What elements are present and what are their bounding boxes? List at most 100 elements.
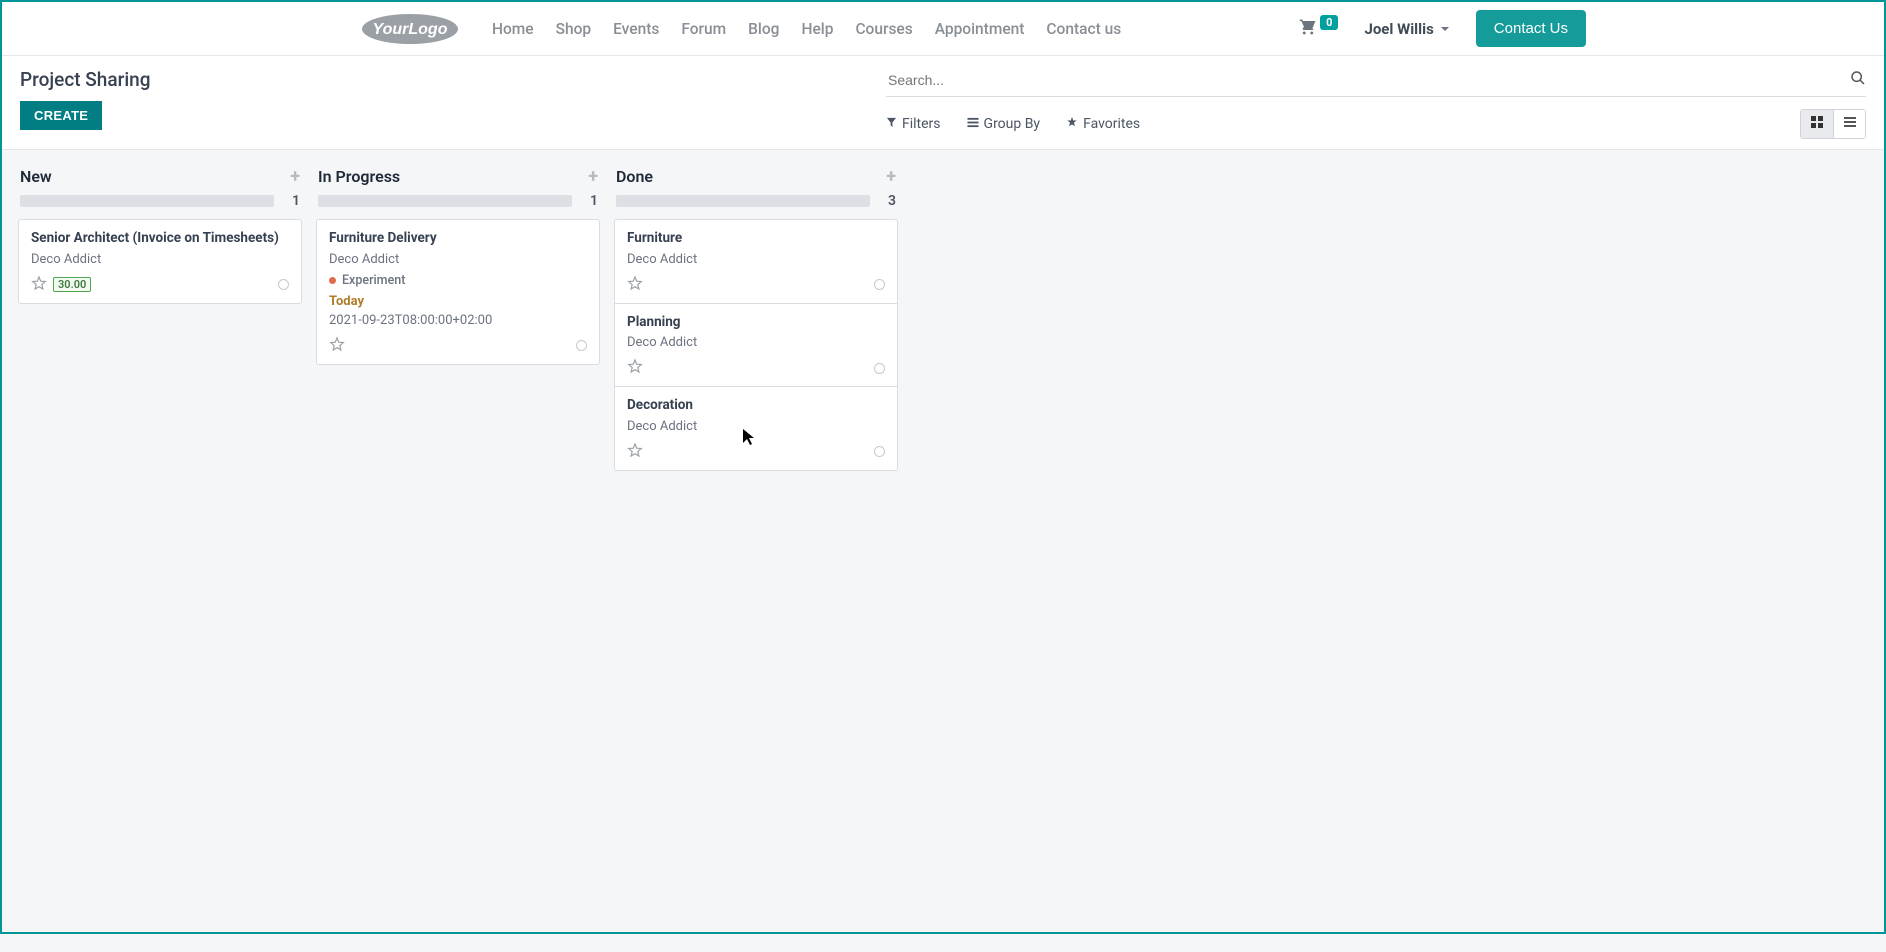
status-indicator[interactable] xyxy=(874,446,885,457)
status-indicator[interactable] xyxy=(874,279,885,290)
column-header: In Progress + xyxy=(316,164,600,193)
nav-left: YourLogo Home Shop Events Forum Blog Hel… xyxy=(360,11,1121,47)
star-icon xyxy=(1066,116,1078,132)
card-left-icons xyxy=(627,275,643,295)
column-header: New + xyxy=(18,164,302,193)
column-cards: Furniture Deco Addict Planning Deco Addi… xyxy=(614,219,898,471)
create-button[interactable]: CREATE xyxy=(20,101,102,130)
site-logo[interactable]: YourLogo xyxy=(360,11,460,47)
kanban-column-new: New + 1 Senior Architect (Invoice on Tim… xyxy=(18,164,302,304)
column-progress: 1 xyxy=(18,193,302,219)
cart-badge: 0 xyxy=(1320,15,1338,30)
kanban-view-button[interactable] xyxy=(1801,110,1833,138)
nav-home[interactable]: Home xyxy=(492,20,534,38)
card-subtitle: Deco Addict xyxy=(31,252,289,267)
card-subtitle: Deco Addict xyxy=(627,252,885,267)
user-menu[interactable]: Joel Willis xyxy=(1364,20,1449,38)
search-input[interactable] xyxy=(886,68,1850,92)
card-title: Senior Architect (Invoice on Timesheets) xyxy=(31,230,289,248)
tag-dot-icon xyxy=(329,277,336,284)
card-subtitle: Deco Addict xyxy=(329,252,587,267)
card-footer: 30.00 xyxy=(31,275,289,295)
star-toggle[interactable] xyxy=(627,358,643,378)
card-left-icons xyxy=(329,336,345,356)
column-add-button[interactable]: + xyxy=(588,166,598,187)
kanban-card[interactable]: Senior Architect (Invoice on Timesheets)… xyxy=(18,219,302,304)
status-indicator[interactable] xyxy=(576,340,587,351)
column-add-button[interactable]: + xyxy=(886,166,896,187)
column-count: 3 xyxy=(880,193,896,209)
status-indicator[interactable] xyxy=(874,363,885,374)
card-title: Decoration xyxy=(627,397,885,415)
nav-help[interactable]: Help xyxy=(801,20,833,38)
card-left-icons: 30.00 xyxy=(31,275,91,295)
progress-bar xyxy=(20,195,274,207)
nav-shop[interactable]: Shop xyxy=(556,20,592,38)
kanban-icon xyxy=(1810,115,1824,133)
search-row xyxy=(886,68,1866,97)
card-title: Planning xyxy=(627,314,885,332)
control-bar-right: Filters Group By Favorites xyxy=(886,68,1866,139)
card-footer xyxy=(627,442,885,462)
kanban-board: New + 1 Senior Architect (Invoice on Tim… xyxy=(2,150,1884,952)
column-count: 1 xyxy=(284,193,300,209)
groupby-button[interactable]: Group By xyxy=(967,116,1041,132)
card-subtitle: Deco Addict xyxy=(627,335,885,350)
star-toggle[interactable] xyxy=(627,275,643,295)
card-title: Furniture xyxy=(627,230,885,248)
top-navbar: YourLogo Home Shop Events Forum Blog Hel… xyxy=(2,2,1884,56)
card-left-icons xyxy=(627,358,643,378)
card-date: 2021-09-23T08:00:00+02:00 xyxy=(329,313,587,328)
caret-down-icon xyxy=(1440,20,1450,38)
nav-right: 0 Joel Willis Contact Us xyxy=(1298,10,1586,47)
column-title: Done xyxy=(616,167,653,186)
column-title: New xyxy=(20,167,52,186)
kanban-card[interactable]: Decoration Deco Addict xyxy=(614,387,898,471)
column-add-button[interactable]: + xyxy=(290,166,300,187)
filters-label: Filters xyxy=(902,116,941,132)
nav-forum[interactable]: Forum xyxy=(681,20,726,38)
card-today-label: Today xyxy=(329,294,587,309)
nav-courses[interactable]: Courses xyxy=(855,20,912,38)
tag-label: Experiment xyxy=(342,273,405,288)
list-icon xyxy=(967,116,979,132)
contact-us-button[interactable]: Contact Us xyxy=(1476,10,1586,47)
filter-row: Filters Group By Favorites xyxy=(886,109,1866,139)
star-toggle[interactable] xyxy=(31,275,47,295)
card-footer xyxy=(627,275,885,295)
column-cards: Senior Architect (Invoice on Timesheets)… xyxy=(18,219,302,304)
column-cards: Furniture Delivery Deco Addict Experimen… xyxy=(316,219,600,365)
nav-contactus[interactable]: Contact us xyxy=(1046,20,1121,38)
control-bar: Project Sharing CREATE Filters xyxy=(2,56,1884,150)
card-title: Furniture Delivery xyxy=(329,230,587,248)
status-indicator[interactable] xyxy=(278,279,289,290)
kanban-card[interactable]: Planning Deco Addict xyxy=(614,304,898,388)
cart-icon xyxy=(1298,18,1318,40)
list-view-button[interactable] xyxy=(1833,110,1865,138)
star-toggle[interactable] xyxy=(329,336,345,356)
column-header: Done + xyxy=(614,164,898,193)
nav-appointment[interactable]: Appointment xyxy=(935,20,1025,38)
hours-chip: 30.00 xyxy=(53,277,91,292)
kanban-column-in-progress: In Progress + 1 Furniture Delivery Deco … xyxy=(316,164,600,365)
kanban-card[interactable]: Furniture Delivery Deco Addict Experimen… xyxy=(316,219,600,365)
favorites-button[interactable]: Favorites xyxy=(1066,116,1140,132)
nav-events[interactable]: Events xyxy=(613,20,659,38)
column-count: 1 xyxy=(582,193,598,209)
nav-blog[interactable]: Blog xyxy=(748,20,779,38)
kanban-column-done: Done + 3 Furniture Deco Addict xyxy=(614,164,898,471)
list-view-icon xyxy=(1843,115,1857,133)
card-subtitle: Deco Addict xyxy=(627,419,885,434)
user-name: Joel Willis xyxy=(1364,20,1433,38)
kanban-card[interactable]: Furniture Deco Addict xyxy=(614,219,898,304)
column-progress: 1 xyxy=(316,193,600,219)
progress-bar xyxy=(616,195,870,207)
filters-button[interactable]: Filters xyxy=(886,116,941,132)
star-toggle[interactable] xyxy=(627,442,643,462)
card-tag: Experiment xyxy=(329,273,587,288)
column-title: In Progress xyxy=(318,167,400,186)
card-footer xyxy=(329,336,587,356)
favorites-label: Favorites xyxy=(1083,116,1140,132)
cart-button[interactable]: 0 xyxy=(1298,18,1338,40)
search-icon[interactable] xyxy=(1850,70,1866,90)
